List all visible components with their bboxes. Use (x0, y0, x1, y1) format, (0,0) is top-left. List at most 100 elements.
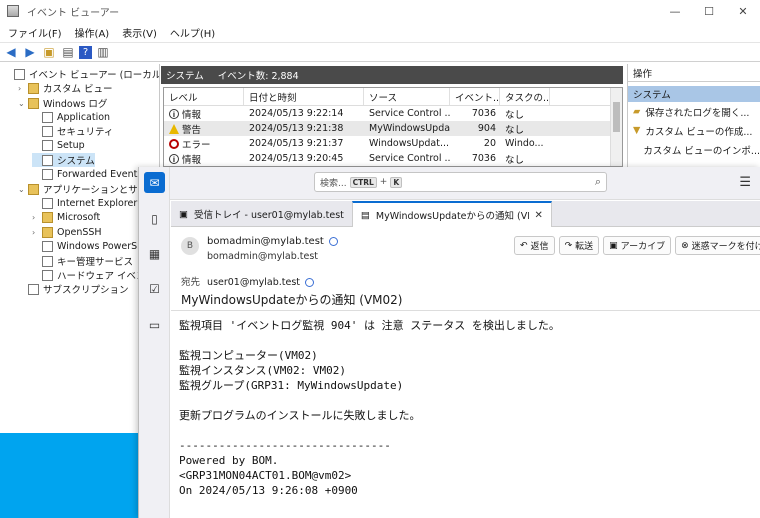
tree-item-label: システム (57, 156, 95, 167)
search-placeholder: 検索... (320, 178, 347, 189)
from-address[interactable]: bomadmin@mylab.test (207, 251, 318, 262)
tree-item[interactable]: Setup (32, 138, 85, 152)
cell-source: WindowsUpdat... (369, 138, 450, 149)
tree-item[interactable]: › カスタム ビュー (18, 81, 113, 95)
table-row[interactable]: エラー 2024/05/13 9:21:37 WindowsUpdat... 20 Wi… (164, 136, 622, 151)
tree-item[interactable]: サブスクリプション (18, 282, 129, 296)
folder-icon (42, 211, 53, 223)
close-button[interactable]: ✕ (726, 0, 760, 22)
tree-item[interactable]: キー管理サービス (32, 254, 133, 268)
table-row[interactable]: i 情報 2024/05/13 9:22:14 Service Control ...… (164, 106, 622, 121)
tab-label: 受信トレイ - user01@mylab.test (193, 210, 344, 221)
collapse-chevron-icon[interactable]: › (32, 228, 42, 237)
tree-item[interactable]: セキュリティ (32, 124, 113, 138)
actions-section-system[interactable]: システム (628, 86, 760, 102)
menu-view[interactable]: 表示(V) (117, 25, 162, 40)
tree-item[interactable]: Internet Explorer (32, 196, 137, 210)
tree-item[interactable]: Forwarded Events (32, 167, 142, 181)
cell-event-id: 20 (483, 138, 496, 149)
column-source[interactable]: ソース (364, 88, 450, 105)
shortcut-ctrl-key: CTRL (349, 176, 377, 188)
tree-item[interactable]: › OpenSSH (32, 225, 102, 239)
column-datetime[interactable]: 日付と時刻 (244, 88, 364, 105)
action-import-custom-view[interactable]: カスタム ビューのインポ... (628, 140, 760, 159)
expand-chevron-icon[interactable]: ⌄ (18, 99, 28, 108)
archive-button[interactable]: ▣ アーカイブ (603, 236, 672, 255)
message-subject: MyWindowsUpdateからの通知 (VM02) (181, 293, 403, 307)
message-body: 監視項目 'イベントログ監視 904' は 注意 ステータス を検出しました。 … (171, 310, 760, 518)
forward-arrow-icon[interactable]: ▶ (22, 44, 38, 60)
column-task[interactable]: タスクの... (500, 88, 550, 105)
address-book-icon[interactable]: ▯ (144, 208, 165, 229)
event-list-scrollbar[interactable] (610, 88, 622, 166)
cell-datetime: 2024/05/13 9:21:38 (249, 123, 344, 134)
collapse-chevron-icon[interactable]: › (32, 213, 42, 222)
tree-item[interactable]: Windows PowerShel (32, 239, 152, 253)
app-menu-icon[interactable]: ☰ (739, 175, 751, 190)
action-pane-icon[interactable]: ▥ (95, 44, 111, 60)
chat-icon[interactable]: ▭ (144, 314, 165, 335)
archive-icon: ▣ (609, 240, 618, 251)
mail-space-icon[interactable]: ✉ (144, 172, 165, 193)
column-event-id[interactable]: イベント... (450, 88, 500, 105)
back-arrow-icon[interactable]: ◀ (3, 44, 19, 60)
log-icon (42, 269, 53, 281)
from-name[interactable]: bomadmin@mylab.test (207, 236, 338, 247)
up-folder-icon[interactable]: ▣ (41, 44, 57, 60)
minimize-button[interactable]: — (658, 0, 692, 22)
table-row[interactable]: 警告 2024/05/13 9:21:38 MyWindowsUpda... 904 な… (164, 121, 622, 136)
address-book-badge-icon (328, 236, 338, 246)
collapse-chevron-icon[interactable]: › (18, 84, 28, 93)
cell-event-id: 7036 (471, 108, 496, 119)
log-icon (42, 125, 53, 137)
expand-chevron-icon[interactable]: ⌄ (18, 185, 28, 194)
menu-action[interactable]: 操作(A) (70, 25, 115, 40)
junk-icon: ⊗ (681, 240, 689, 251)
menu-file[interactable]: ファイル(F) (3, 25, 67, 40)
calendar-icon[interactable]: ▦ (144, 243, 165, 264)
desktop-background (0, 433, 138, 518)
spaces-toolbar: ✉ ▯ ▦ ☑ ▭ (139, 167, 170, 518)
menu-help[interactable]: ヘルプ(H) (165, 25, 220, 40)
console-tree-icon[interactable]: ▤ (60, 44, 76, 60)
tree-item[interactable]: ⌄ Windows ログ (18, 96, 107, 110)
close-tab-icon[interactable]: ✕ (535, 210, 543, 221)
tree-item[interactable]: イベント ビューアー (ローカル) (4, 67, 159, 81)
cell-task: なし (505, 154, 525, 166)
error-icon (169, 138, 179, 149)
log-icon (14, 68, 25, 80)
junk-button[interactable]: ⊗迷惑マークを付ける (675, 236, 760, 255)
tasks-icon[interactable]: ☑ (144, 278, 165, 299)
tree-item-label: Application (57, 111, 111, 123)
info-icon: i (169, 153, 179, 164)
event-count: イベント数: 2,884 (217, 71, 299, 82)
tab-label: MyWindowsUpdateからの通知 (VM0 (375, 211, 529, 222)
to-address[interactable]: user01@mylab.test (207, 277, 300, 288)
help-icon[interactable]: ? (79, 45, 92, 59)
folder-icon (28, 82, 39, 94)
avatar: B (181, 237, 199, 255)
action-open-saved-log[interactable]: ▰ 保存されたログを開く... (628, 102, 760, 121)
log-name: システム (166, 71, 204, 82)
tree-item[interactable]: システム (32, 153, 95, 167)
tab-inbox[interactable]: ▣ 受信トレイ - user01@mylab.test (171, 201, 352, 227)
unified-toolbar: 検索... CTRL + K ⌕ ☰ (139, 167, 760, 200)
reply-button[interactable]: ↶ 返信 (514, 236, 555, 255)
tab-message[interactable]: ▤ MyWindowsUpdateからの通知 (VM0 ✕ (351, 201, 552, 227)
reply-icon: ↶ (520, 240, 528, 251)
forward-button[interactable]: ↷ 転送 (558, 236, 600, 255)
global-search-input[interactable]: 検索... CTRL + K ⌕ (314, 172, 607, 192)
window-title: イベント ビューアー (27, 7, 120, 19)
log-icon (42, 154, 53, 166)
log-icon (42, 168, 53, 180)
tree-item[interactable]: › Microsoft (32, 210, 100, 224)
search-icon[interactable]: ⌕ (595, 175, 601, 189)
table-row[interactable]: i 情報 2024/05/13 9:20:45 Service Control ...… (164, 151, 622, 166)
action-create-custom-view[interactable]: ▼ カスタム ビューの作成... (628, 121, 760, 140)
maximize-button[interactable]: ☐ (692, 0, 726, 22)
tree-item[interactable]: ハードウェア イベント (32, 268, 155, 282)
action-label: 保存されたログを開く... (645, 107, 750, 119)
column-level[interactable]: レベル (164, 88, 244, 105)
tree-item[interactable]: Application (32, 110, 110, 124)
cell-event-id: 904 (477, 123, 496, 134)
